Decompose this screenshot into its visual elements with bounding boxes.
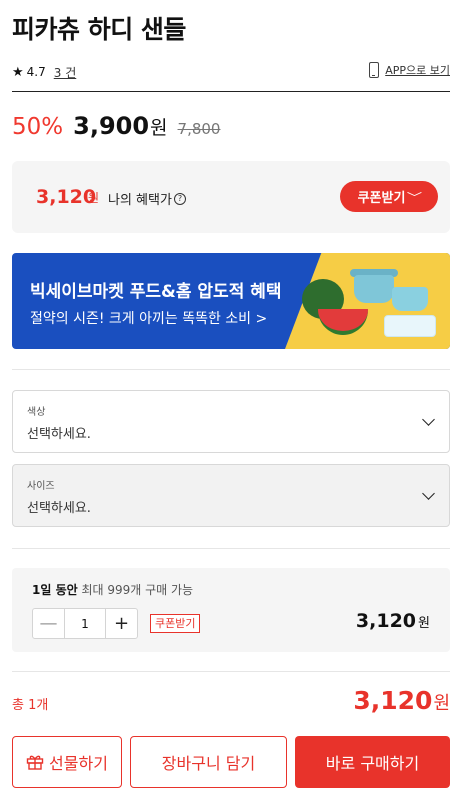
gift-icon [26, 755, 44, 770]
price-row: 50% 3,900 원 7,800 [12, 112, 220, 140]
cooking-pot-image [354, 275, 394, 303]
increase-quantity-button[interactable]: + [106, 609, 137, 638]
total-price-unit: 원 [433, 693, 450, 714]
sale-price-unit: 원 [150, 117, 168, 139]
add-to-cart-button[interactable]: 장바구니 담기 [130, 736, 287, 788]
color-select-label: 색상 [27, 407, 46, 418]
total-price-value: 3,120 [353, 686, 433, 715]
coupon-button-label: 쿠폰받기 [357, 191, 406, 206]
purchase-limit-info: 1일 동안 최대 999개 구매 가능 [32, 581, 193, 598]
small-pot-image [392, 287, 428, 311]
discount-rate: 50% [12, 114, 64, 140]
line-price-value: 3,120 [355, 610, 417, 632]
app-view-label: APP으로 보기 [385, 64, 450, 77]
color-select-value: 선택하세요. [27, 427, 91, 442]
gift-button-label: 선물하기 [49, 754, 108, 773]
divider [12, 369, 450, 370]
line-item-price: 3,120 원 [356, 610, 430, 632]
quantity-stepper: — 1 + [32, 608, 138, 639]
review-count-link[interactable]: 3 건 [54, 64, 77, 81]
rating-score: 4.7 [26, 65, 46, 79]
rating-row: ★ 4.7 3 건 APP으로 보기 [12, 62, 450, 82]
purchase-limit-period: 1일 동안 [32, 583, 78, 597]
divider [12, 671, 450, 672]
size-select-value: 선택하세요. [27, 501, 91, 516]
mobile-phone-icon [369, 62, 380, 78]
purchase-limit-text: 최대 999개 구매 가능 [77, 583, 194, 597]
gift-button[interactable]: 선물하기 [12, 736, 122, 788]
star-icon: ★ [12, 64, 24, 80]
sale-price: 3,900 [73, 112, 150, 140]
banner-title: 빅세이브마켓 푸드&홈 압도적 혜택 [30, 282, 282, 302]
chevron-down-icon: ﹀ [407, 190, 423, 204]
original-price: 7,800 [177, 120, 221, 138]
tissue-pack-image [384, 315, 436, 337]
benefit-label-text: 나의 혜택가 [108, 193, 172, 208]
app-view-link[interactable]: APP으로 보기 [369, 62, 450, 78]
promo-banner[interactable]: 빅세이브마켓 푸드&홈 압도적 혜택 절약의 시즌! 크게 아끼는 똑똑한 소비… [12, 253, 450, 349]
banner-subtitle: 절약의 시즌! 크게 아끼는 똑똑한 소비 > [30, 311, 268, 327]
quantity-value[interactable]: 1 [64, 609, 106, 638]
decrease-quantity-button[interactable]: — [33, 609, 64, 638]
line-price-unit: 원 [418, 616, 430, 631]
buy-now-button[interactable]: 바로 구매하기 [295, 736, 450, 788]
color-select[interactable]: 색상 선택하세요. [12, 390, 450, 453]
benefit-price-box: 3,120 원 나의 혜택가 ? 쿠폰받기 ﹀ [12, 161, 450, 233]
chevron-down-icon [422, 413, 435, 426]
chevron-down-icon [422, 487, 435, 500]
divider [12, 548, 450, 549]
size-select-label: 사이즈 [27, 481, 55, 492]
benefit-price-unit: 원 [88, 191, 100, 205]
quantity-box: 1일 동안 최대 999개 구매 가능 — 1 + 쿠폰받기 3,120 원 [12, 568, 450, 652]
benefit-label: 나의 혜택가 ? [108, 189, 186, 208]
size-select[interactable]: 사이즈 선택하세요. [12, 464, 450, 527]
total-count: 총 1개 [12, 698, 49, 713]
product-title: 피카츄 하디 샌들 [12, 15, 186, 44]
item-coupon-button[interactable]: 쿠폰받기 [150, 614, 201, 633]
divider [12, 91, 450, 92]
total-price: 3,120 원 [353, 686, 450, 715]
help-icon[interactable]: ? [173, 192, 186, 205]
coupon-download-button[interactable]: 쿠폰받기 ﹀ [340, 181, 438, 212]
